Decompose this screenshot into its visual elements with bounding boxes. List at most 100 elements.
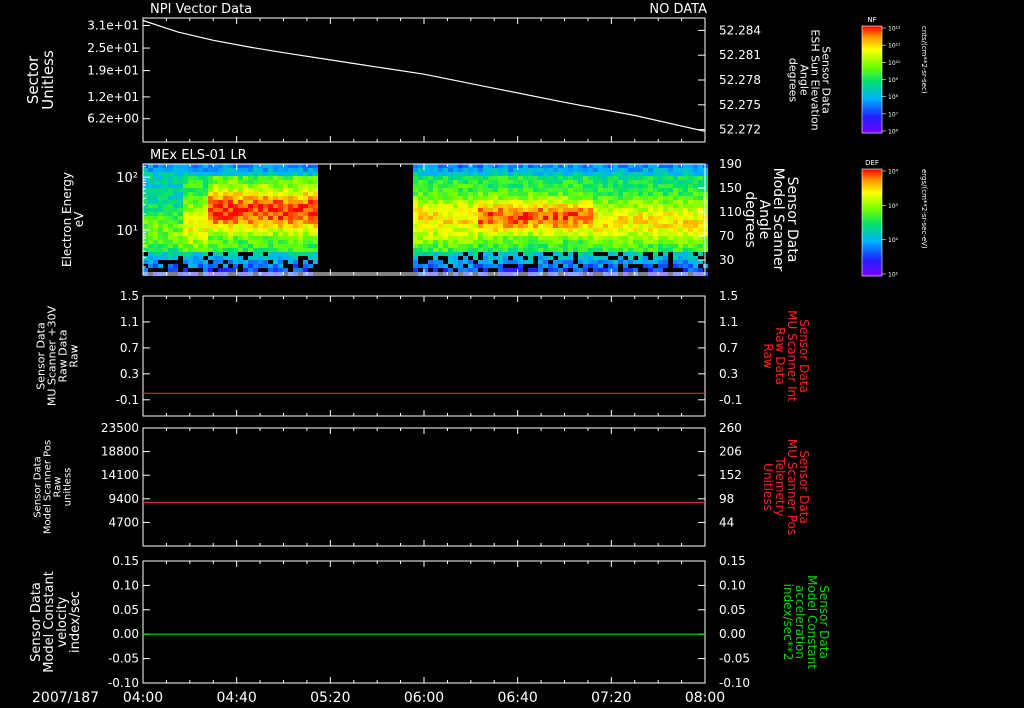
- spectrogram-cell: [643, 228, 648, 232]
- spectrogram-cell: [563, 208, 568, 212]
- spectrogram-cell: [688, 180, 693, 184]
- spectrogram-cell: [418, 184, 423, 188]
- spectrogram-cell: [188, 180, 193, 184]
- left-y-tick-label: -0.05: [108, 652, 139, 666]
- spectrogram-cell: [148, 252, 153, 256]
- spectrogram-cell: [258, 192, 263, 196]
- spectrogram-cell: [193, 260, 198, 264]
- spectrogram-cell: [243, 224, 248, 228]
- spectrogram-cell: [633, 236, 638, 240]
- spectrogram-cell: [168, 252, 173, 256]
- spectrogram-cell: [203, 268, 208, 272]
- spectrogram-cell: [423, 216, 428, 220]
- spectrogram-cell: [558, 208, 563, 212]
- spectrogram-cell: [208, 232, 213, 236]
- spectrogram-cell: [413, 256, 418, 260]
- spectrogram-cell: [213, 260, 218, 264]
- spectrogram-cell: [583, 176, 588, 180]
- spectrogram-cell: [243, 216, 248, 220]
- spectrogram-cell: [678, 172, 683, 176]
- spectrogram-cell: [273, 200, 278, 204]
- spectrogram-cell: [143, 220, 148, 224]
- spectrogram-cell: [488, 188, 493, 192]
- spectrogram-cell: [698, 228, 703, 232]
- spectrogram-cell: [193, 256, 198, 260]
- spectrogram-cell: [413, 172, 418, 176]
- spectrogram-cell: [443, 264, 448, 268]
- spectrogram-cell: [493, 212, 498, 216]
- spectrogram-cell: [578, 268, 583, 272]
- right-axis-title-line: Raw: [761, 343, 775, 368]
- spectrogram-cell: [608, 196, 613, 200]
- spectrogram-cell: [658, 240, 663, 244]
- spectrogram-cell: [178, 192, 183, 196]
- spectrogram-cell: [663, 204, 668, 208]
- spectrogram-cell: [253, 172, 258, 176]
- spectrogram-cell: [213, 236, 218, 240]
- spectrogram-cell: [698, 172, 703, 176]
- spectrogram-cell: [188, 220, 193, 224]
- spectrogram-cell: [193, 248, 198, 252]
- spectrogram-cell: [533, 232, 538, 236]
- spectrogram-cell: [183, 224, 188, 228]
- spectrogram-cell: [233, 164, 238, 168]
- spectrogram-cell: [508, 220, 513, 224]
- spectrogram-cell: [653, 252, 658, 256]
- spectrogram-cell: [258, 208, 263, 212]
- spectrogram-cell: [588, 184, 593, 188]
- spectrogram-cell: [153, 196, 158, 200]
- spectrogram-cell: [603, 244, 608, 248]
- spectrogram-cell: [603, 212, 608, 216]
- spectrogram-cell: [203, 196, 208, 200]
- spectrogram-cell: [633, 176, 638, 180]
- spectrogram-cell: [508, 240, 513, 244]
- spectrogram-cell: [523, 216, 528, 220]
- spectrogram-cell: [618, 188, 623, 192]
- spectrogram-cell: [463, 260, 468, 264]
- spectrogram-cell: [668, 224, 673, 228]
- spectrogram-cell: [683, 224, 688, 228]
- spectrogram-cell: [538, 164, 543, 168]
- spectrogram-cell: [488, 176, 493, 180]
- spectrogram-cell: [643, 180, 648, 184]
- spectrogram-cell: [633, 172, 638, 176]
- spectrogram-cell: [623, 184, 628, 188]
- spectrogram-cell: [413, 264, 418, 268]
- spectrogram-cell: [518, 204, 523, 208]
- spectrogram-cell: [683, 164, 688, 168]
- spectrogram-cell: [673, 232, 678, 236]
- spectrogram-cell: [683, 196, 688, 200]
- spectrogram-cell: [423, 200, 428, 204]
- spectrogram-cell: [603, 268, 608, 272]
- spectrogram-cell: [628, 224, 633, 228]
- spectrogram-cell: [428, 260, 433, 264]
- spectrogram-cell: [493, 224, 498, 228]
- spectrogram-cell: [608, 216, 613, 220]
- spectrogram-cell: [588, 176, 593, 180]
- spectrogram-cell: [288, 248, 293, 252]
- spectrogram-cell: [283, 180, 288, 184]
- spectrogram-cell: [623, 216, 628, 220]
- spectrogram-cell: [578, 204, 583, 208]
- spectrogram-cell: [483, 176, 488, 180]
- spectrogram-cell: [263, 188, 268, 192]
- spectrogram-cell: [183, 176, 188, 180]
- spectrogram-cell: [273, 184, 278, 188]
- spectrogram-cell: [588, 188, 593, 192]
- spectrogram-cell: [213, 220, 218, 224]
- spectrogram-cell: [153, 216, 158, 220]
- spectrogram-cell: [698, 236, 703, 240]
- spectrogram-cell: [668, 248, 673, 252]
- spectrogram-cell: [528, 240, 533, 244]
- spectrogram-cell: [308, 200, 313, 204]
- spectrogram-cell: [313, 176, 318, 180]
- spectrogram-cell: [698, 260, 703, 264]
- spectrogram-cell: [203, 260, 208, 264]
- spectrogram-cell: [258, 212, 263, 216]
- spectrogram-cell: [313, 244, 318, 248]
- spectrogram-cell: [238, 228, 243, 232]
- spectrogram-cell: [593, 224, 598, 228]
- spectrogram-cell: [683, 200, 688, 204]
- spectrogram-cell: [628, 180, 633, 184]
- spectrogram-cell: [233, 196, 238, 200]
